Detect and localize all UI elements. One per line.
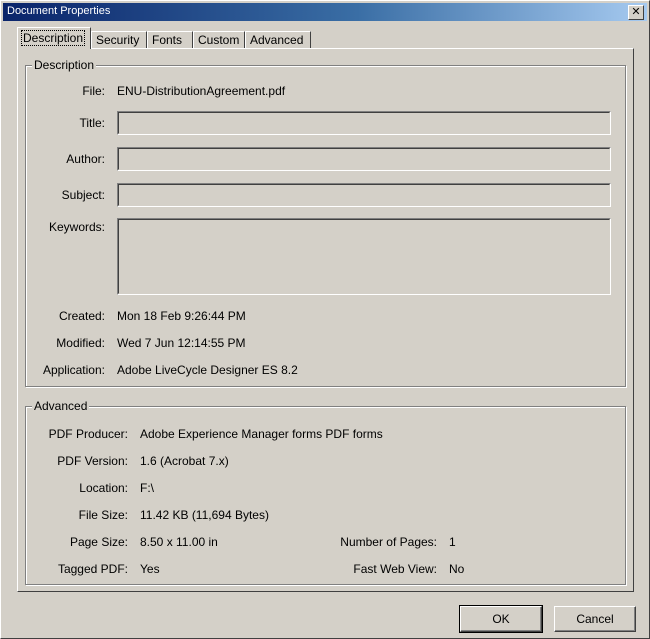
file-value: ENU-DistributionAgreement.pdf [117, 84, 286, 98]
subject-label: Subject: [61, 188, 105, 202]
modified-label: Modified: [56, 336, 105, 350]
tagged-pdf-label: Tagged PDF: [57, 562, 128, 576]
tab-description[interactable]: Description [17, 27, 91, 49]
title-label: Title: [79, 116, 105, 130]
application-value: Adobe LiveCycle Designer ES 8.2 [117, 363, 298, 377]
tab-fonts[interactable]: Fonts [147, 31, 193, 48]
tab-custom[interactable]: Custom [193, 31, 245, 48]
title-bar[interactable]: Document Properties ✕ [3, 3, 647, 21]
advanced-legend: Advanced [32, 399, 90, 413]
description-group: Description File: ENU-DistributionAgreem… [25, 58, 626, 387]
modified-value: Wed 7 Jun 12:14:55 PM [117, 336, 246, 350]
author-field[interactable] [117, 147, 611, 171]
tagged-pdf-value: Yes [140, 562, 160, 576]
page-size-label: Page Size: [69, 535, 128, 549]
number-of-pages-value: 1 [449, 535, 456, 549]
fast-web-view-value: No [449, 562, 465, 576]
created-label: Created: [58, 309, 105, 323]
pdf-producer-value: Adobe Experience Manager forms PDF forms [140, 427, 383, 441]
pdf-producer-label: PDF Producer: [48, 427, 128, 441]
location-value: F:\ [140, 481, 154, 495]
tab-panel: Description File: ENU-DistributionAgreem… [17, 48, 634, 592]
cancel-button[interactable]: Cancel [554, 606, 636, 632]
file-size-value: 11.42 KB (11,694 Bytes) [140, 508, 269, 522]
file-label: File: [82, 84, 105, 98]
pdf-version-label: PDF Version: [57, 454, 128, 468]
description-legend: Description [32, 58, 97, 72]
file-size-label: File Size: [78, 508, 128, 522]
tab-security[interactable]: Security [91, 31, 147, 48]
location-label: Location: [79, 481, 128, 495]
pdf-version-value: 1.6 (Acrobat 7.x) [140, 454, 229, 468]
number-of-pages-label: Number of Pages: [340, 535, 437, 549]
fast-web-view-label: Fast Web View: [353, 562, 437, 576]
window-title: Document Properties [7, 5, 111, 17]
close-icon[interactable]: ✕ [628, 5, 644, 20]
tab-advanced[interactable]: Advanced [245, 31, 311, 48]
advanced-group: Advanced PDF Producer: Adobe Experience … [25, 399, 626, 585]
application-label: Application: [42, 363, 105, 377]
page-size-value: 8.50 x 11.00 in [140, 535, 218, 549]
keywords-field[interactable] [117, 218, 611, 295]
keywords-label: Keywords: [48, 220, 105, 234]
ok-button[interactable]: OK [459, 605, 543, 633]
created-value: Mon 18 Feb 9:26:44 PM [117, 309, 246, 323]
document-properties-dialog: Document Properties ✕ Description Securi… [0, 0, 650, 639]
author-label: Author: [66, 152, 105, 166]
subject-field[interactable] [117, 183, 611, 207]
title-field[interactable] [117, 111, 611, 135]
